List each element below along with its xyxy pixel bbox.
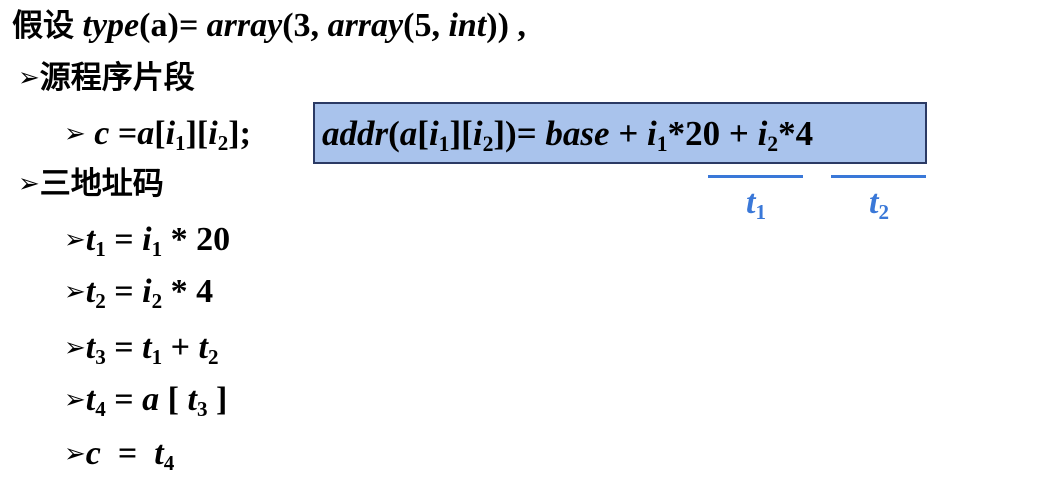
tac-line: ➢t3 = t1 + t2 [64,329,219,369]
address-formula: addr(a[i1][i2])= base + i1*20 + i2*4 [322,114,814,157]
t1-label: t1 [746,184,766,224]
bullet-arrow-icon: ➢ [64,277,86,307]
bullet-arrow-icon: ➢ [18,169,40,199]
assume-label: 假设 [12,8,74,44]
bullet-arrow-icon: ➢ [18,63,40,93]
t1-underline [708,175,803,178]
tac-line: ➢t4 = a [ t3 ] [64,381,228,421]
tac-line: ➢t1 = i1 * 20 [64,221,231,261]
tac-line: ➢c = t4 [64,435,175,475]
source-statement: ➢ c =a[i1][i2]; [64,115,251,155]
t2-label: t2 [869,184,889,224]
type-declaration: 假设 type(a)= array(3, array(5, int)) , [12,7,526,44]
bullet-arrow-icon: ➢ [64,439,86,469]
bullet-arrow-icon: ➢ [64,225,86,255]
source-section-heading: ➢源程序片段 [18,60,195,96]
tac-section-heading: ➢三地址码 [18,166,164,202]
t2-underline [831,175,926,178]
bullet-arrow-icon: ➢ [64,385,86,415]
bullet-arrow-icon: ➢ [64,119,86,149]
tac-line: ➢t2 = i2 * 4 [64,273,214,313]
bullet-arrow-icon: ➢ [64,333,86,363]
